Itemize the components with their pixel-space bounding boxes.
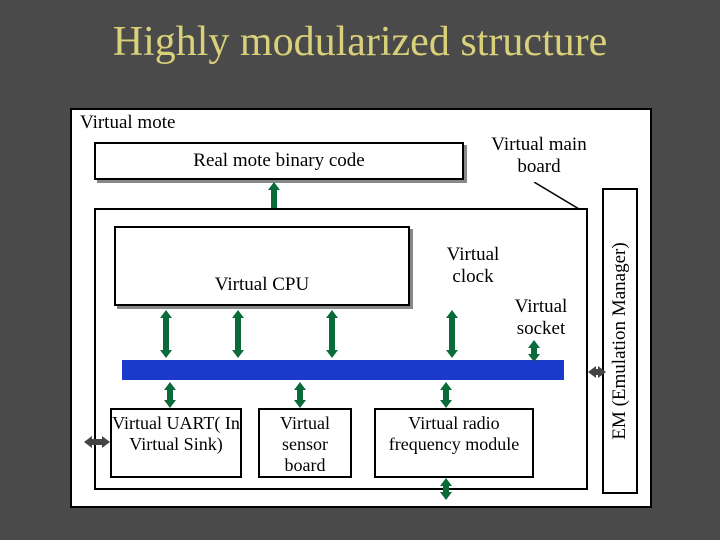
arrow-uart-out <box>84 436 110 448</box>
slide-title: Highly modularized structure <box>0 18 720 66</box>
arrow-bus-radio <box>440 382 452 408</box>
bus-bar <box>122 360 564 380</box>
arrow-cpu-bus-1 <box>160 310 172 358</box>
arrow-cpu-bus-2 <box>232 310 244 358</box>
virtual-mote-container: Virtual mote Real mote binary code Virtu… <box>70 108 652 508</box>
arrow-clock-bus <box>446 310 458 358</box>
arrow-cpu-bus-3 <box>326 310 338 358</box>
virtual-clock-label: Virtual clock <box>428 244 518 288</box>
virtual-sensor-box: Virtual sensor board <box>258 408 352 478</box>
arrow-bus-uart <box>164 382 176 408</box>
virtual-uart-box: Virtual UART( In Virtual Sink) <box>110 408 242 478</box>
mainboard-label: Virtual main board <box>484 134 594 178</box>
virtual-socket-label: Virtual socket <box>496 296 586 340</box>
virtual-cpu-label: Virtual CPU <box>116 274 408 296</box>
arrow-bus-sensor <box>294 382 306 408</box>
arrow-radio-out <box>440 478 452 500</box>
arrow-socket-em <box>588 366 606 378</box>
virtual-cpu-box: Virtual CPU <box>114 226 410 306</box>
binary-code-box: Real mote binary code <box>94 142 464 180</box>
virtual-radio-box: Virtual radio frequency module <box>374 408 534 478</box>
virtual-mainboard-box: Virtual CPU Virtual clock Virtual socket… <box>94 208 588 490</box>
em-manager-box: EM (Emulation Manager) <box>602 188 638 494</box>
em-manager-label: EM (Emulation Manager) <box>609 242 631 439</box>
arrow-socket-bus <box>528 340 540 362</box>
virtual-mote-label: Virtual mote <box>80 112 175 134</box>
